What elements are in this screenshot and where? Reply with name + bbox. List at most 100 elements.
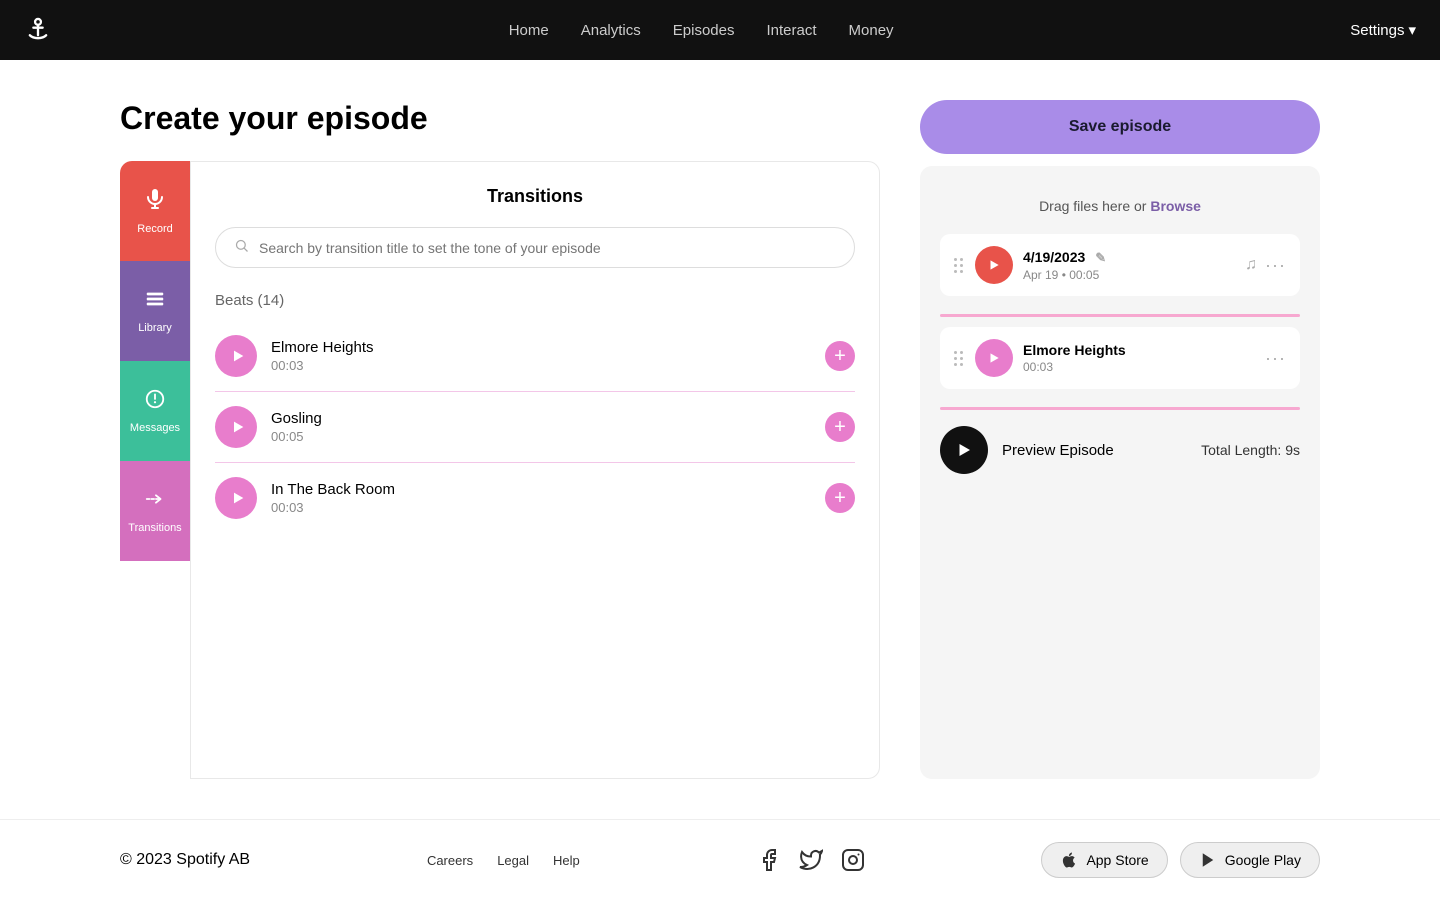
sidebar-messages-label: Messages [130,422,180,434]
settings-label: Settings [1350,22,1404,39]
navigation: Home Analytics Episodes Interact Money S… [0,0,1440,60]
track-name: Gosling [271,410,811,427]
add-track-button[interactable]: + [825,341,855,371]
footer-social [757,848,865,872]
play-elmore-heights-button[interactable] [215,335,257,377]
search-input[interactable] [259,240,836,256]
play-transition-button[interactable] [975,339,1013,377]
drag-handle[interactable] [954,351,963,366]
transition-more-options[interactable]: ··· [1265,348,1286,369]
legal-link[interactable]: Legal [497,853,529,868]
anchor-icon [24,16,52,44]
episode-transition-info: Elmore Heights 00:03 [1023,342,1255,374]
play-recording-button[interactable] [975,246,1013,284]
episode-item-recording: 4/19/2023 ✎ Apr 19 • 00:05 ♫ ··· [940,234,1300,296]
footer-links: Careers Legal Help [427,853,580,868]
track-info: Elmore Heights 00:03 [271,339,811,373]
episode-item-transition: Elmore Heights 00:03 ··· [940,327,1300,389]
transitions-panel: Transitions Beats (14) [190,161,880,779]
recording-subtitle: Apr 19 • 00:05 [1023,268,1235,282]
sidebar: Record Library [120,161,190,779]
preview-episode-button[interactable] [940,426,988,474]
main-content: Create your episode Record [0,60,1440,819]
nav-episodes[interactable]: Episodes [673,22,735,39]
transition-title: Elmore Heights [1023,342,1255,358]
help-link[interactable]: Help [553,853,580,868]
footer: © 2023 Spotify AB Careers Legal Help App… [0,819,1440,900]
facebook-icon[interactable] [757,848,781,872]
sidebar-library-label: Library [138,322,172,334]
edit-icon[interactable]: ✎ [1095,250,1106,265]
sidebar-item-library[interactable]: Library [120,261,190,361]
messages-icon [144,388,166,416]
nav-interact[interactable]: Interact [766,22,816,39]
track-info: In The Back Room 00:03 [271,481,811,515]
browse-link[interactable]: Browse [1150,198,1201,214]
logo [24,16,52,44]
sidebar-transitions-label: Transitions [128,522,181,534]
sidebar-item-transitions[interactable]: Transitions [120,461,190,561]
track-info: Gosling 00:05 [271,410,811,444]
search-icon [234,238,249,257]
careers-link[interactable]: Careers [427,853,473,868]
page-title-area: Create your episode [120,100,880,137]
twitter-icon[interactable] [799,848,823,872]
sidebar-item-record[interactable]: Record [120,161,190,261]
google-play-button[interactable]: Google Play [1180,842,1320,878]
track-name: In The Back Room [271,481,811,498]
nav-home[interactable]: Home [509,22,549,39]
nav-links: Home Analytics Episodes Interact Money [509,22,894,39]
transitions-arrow-icon [144,488,166,516]
settings-menu[interactable]: Settings ▾ [1350,21,1416,39]
editor-left: Record Library [120,161,880,779]
footer-store-buttons: App Store Google Play [1041,842,1320,878]
library-icon [144,288,166,316]
search-bar[interactable] [215,227,855,268]
transitions-title: Transitions [215,186,855,207]
save-episode-button[interactable]: Save episode [920,100,1320,154]
recording-divider [940,314,1300,317]
apple-icon [1060,851,1078,869]
nav-analytics[interactable]: Analytics [581,22,641,39]
page-title: Create your episode [120,100,880,137]
drop-zone: Drag files here or Browse [940,186,1300,234]
beats-label: Beats (14) [215,292,855,309]
music-note-icon: ♫ [1245,256,1257,274]
transition-subtitle: 00:03 [1023,360,1255,374]
chevron-down-icon: ▾ [1408,21,1416,39]
transition-divider [940,407,1300,410]
more-options-button[interactable]: ··· [1265,255,1286,276]
sidebar-item-messages[interactable]: Messages [120,361,190,461]
track-row: Gosling 00:05 + [215,392,855,463]
app-store-label: App Store [1086,852,1148,868]
app-store-button[interactable]: App Store [1041,842,1167,878]
recording-title: 4/19/2023 [1023,249,1085,265]
copyright: © 2023 Spotify AB [120,851,250,869]
track-duration: 00:03 [271,500,811,515]
track-duration: 00:03 [271,358,811,373]
episode-panel: Drag files here or Browse 4/19/2023 ✎ [920,166,1320,779]
track-row: Elmore Heights 00:03 + [215,321,855,392]
transition-actions: ··· [1265,348,1286,369]
total-length: Total Length: 9s [1201,442,1300,458]
nav-money[interactable]: Money [849,22,894,39]
add-backroom-button[interactable]: + [825,483,855,513]
preview-row: Preview Episode Total Length: 9s [940,426,1300,474]
google-play-icon [1199,851,1217,869]
track-row: In The Back Room 00:03 + [215,463,855,533]
episode-recording-info: 4/19/2023 ✎ Apr 19 • 00:05 [1023,249,1235,282]
play-gosling-button[interactable] [215,406,257,448]
microphone-icon [143,187,167,217]
right-section: Save episode Drag files here or Browse 4… [920,100,1320,779]
add-gosling-button[interactable]: + [825,412,855,442]
preview-label: Preview Episode [1002,442,1114,459]
google-play-label: Google Play [1225,852,1301,868]
recording-actions: ♫ ··· [1245,255,1286,276]
instagram-icon[interactable] [841,848,865,872]
play-backroom-button[interactable] [215,477,257,519]
track-name: Elmore Heights [271,339,811,356]
sidebar-record-label: Record [137,223,172,235]
left-section: Create your episode Record [120,100,880,779]
drag-handle[interactable] [954,258,963,273]
track-duration: 00:05 [271,429,811,444]
